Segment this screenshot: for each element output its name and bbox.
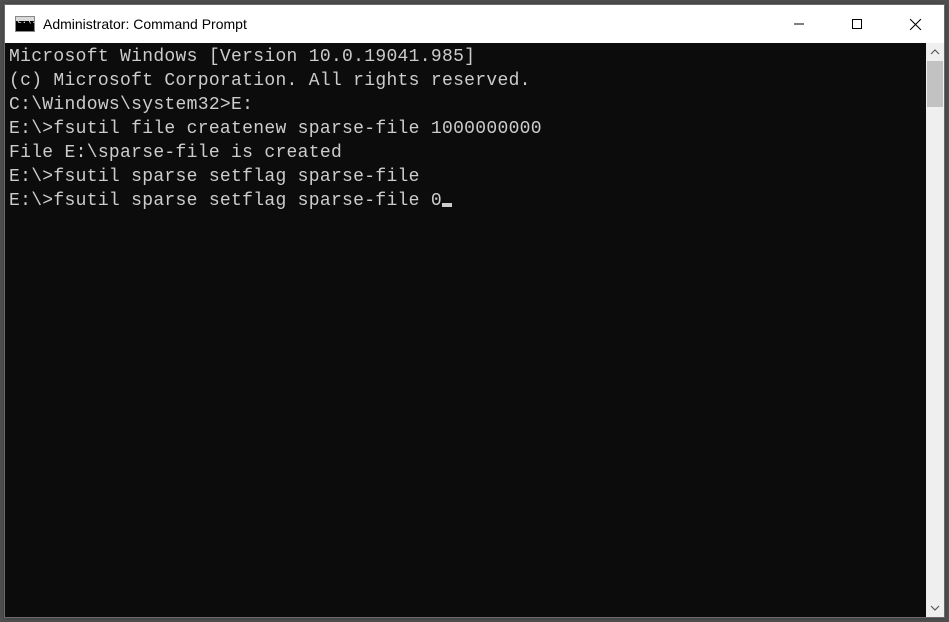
cmd-icon: C:\. bbox=[15, 16, 35, 32]
chevron-up-icon bbox=[930, 47, 940, 57]
terminal-line: E:\>fsutil sparse setflag sparse-file 0 bbox=[9, 189, 922, 213]
client-area: Microsoft Windows [Version 10.0.19041.98… bbox=[5, 43, 944, 617]
terminal-line: E:\>fsutil sparse setflag sparse-file bbox=[9, 165, 922, 189]
scroll-down-button[interactable] bbox=[926, 599, 944, 617]
terminal-line: C:\Windows\system32>E: bbox=[9, 93, 922, 117]
close-button[interactable] bbox=[886, 5, 944, 43]
terminal-line: E:\>fsutil file createnew sparse-file 10… bbox=[9, 117, 922, 141]
scrollbar-thumb[interactable] bbox=[927, 61, 943, 107]
app-icon: C:\. bbox=[15, 15, 35, 33]
maximize-button[interactable] bbox=[828, 5, 886, 43]
terminal-line: File E:\sparse-file is created bbox=[9, 141, 922, 165]
scrollbar-track[interactable] bbox=[926, 61, 944, 599]
close-icon bbox=[909, 18, 922, 31]
command-prompt-window: C:\. Administrator: Command Prompt bbox=[4, 4, 945, 618]
text-cursor bbox=[442, 203, 452, 207]
terminal-line: Microsoft Windows [Version 10.0.19041.98… bbox=[9, 45, 922, 69]
scroll-up-button[interactable] bbox=[926, 43, 944, 61]
terminal-line: (c) Microsoft Corporation. All rights re… bbox=[9, 69, 922, 93]
minimize-button[interactable] bbox=[770, 5, 828, 43]
maximize-icon bbox=[851, 18, 863, 30]
minimize-icon bbox=[793, 18, 805, 30]
titlebar[interactable]: C:\. Administrator: Command Prompt bbox=[5, 5, 944, 43]
vertical-scrollbar[interactable] bbox=[926, 43, 944, 617]
terminal-output[interactable]: Microsoft Windows [Version 10.0.19041.98… bbox=[5, 43, 926, 617]
window-controls bbox=[770, 5, 944, 43]
chevron-down-icon bbox=[930, 603, 940, 613]
window-title: Administrator: Command Prompt bbox=[43, 16, 247, 32]
